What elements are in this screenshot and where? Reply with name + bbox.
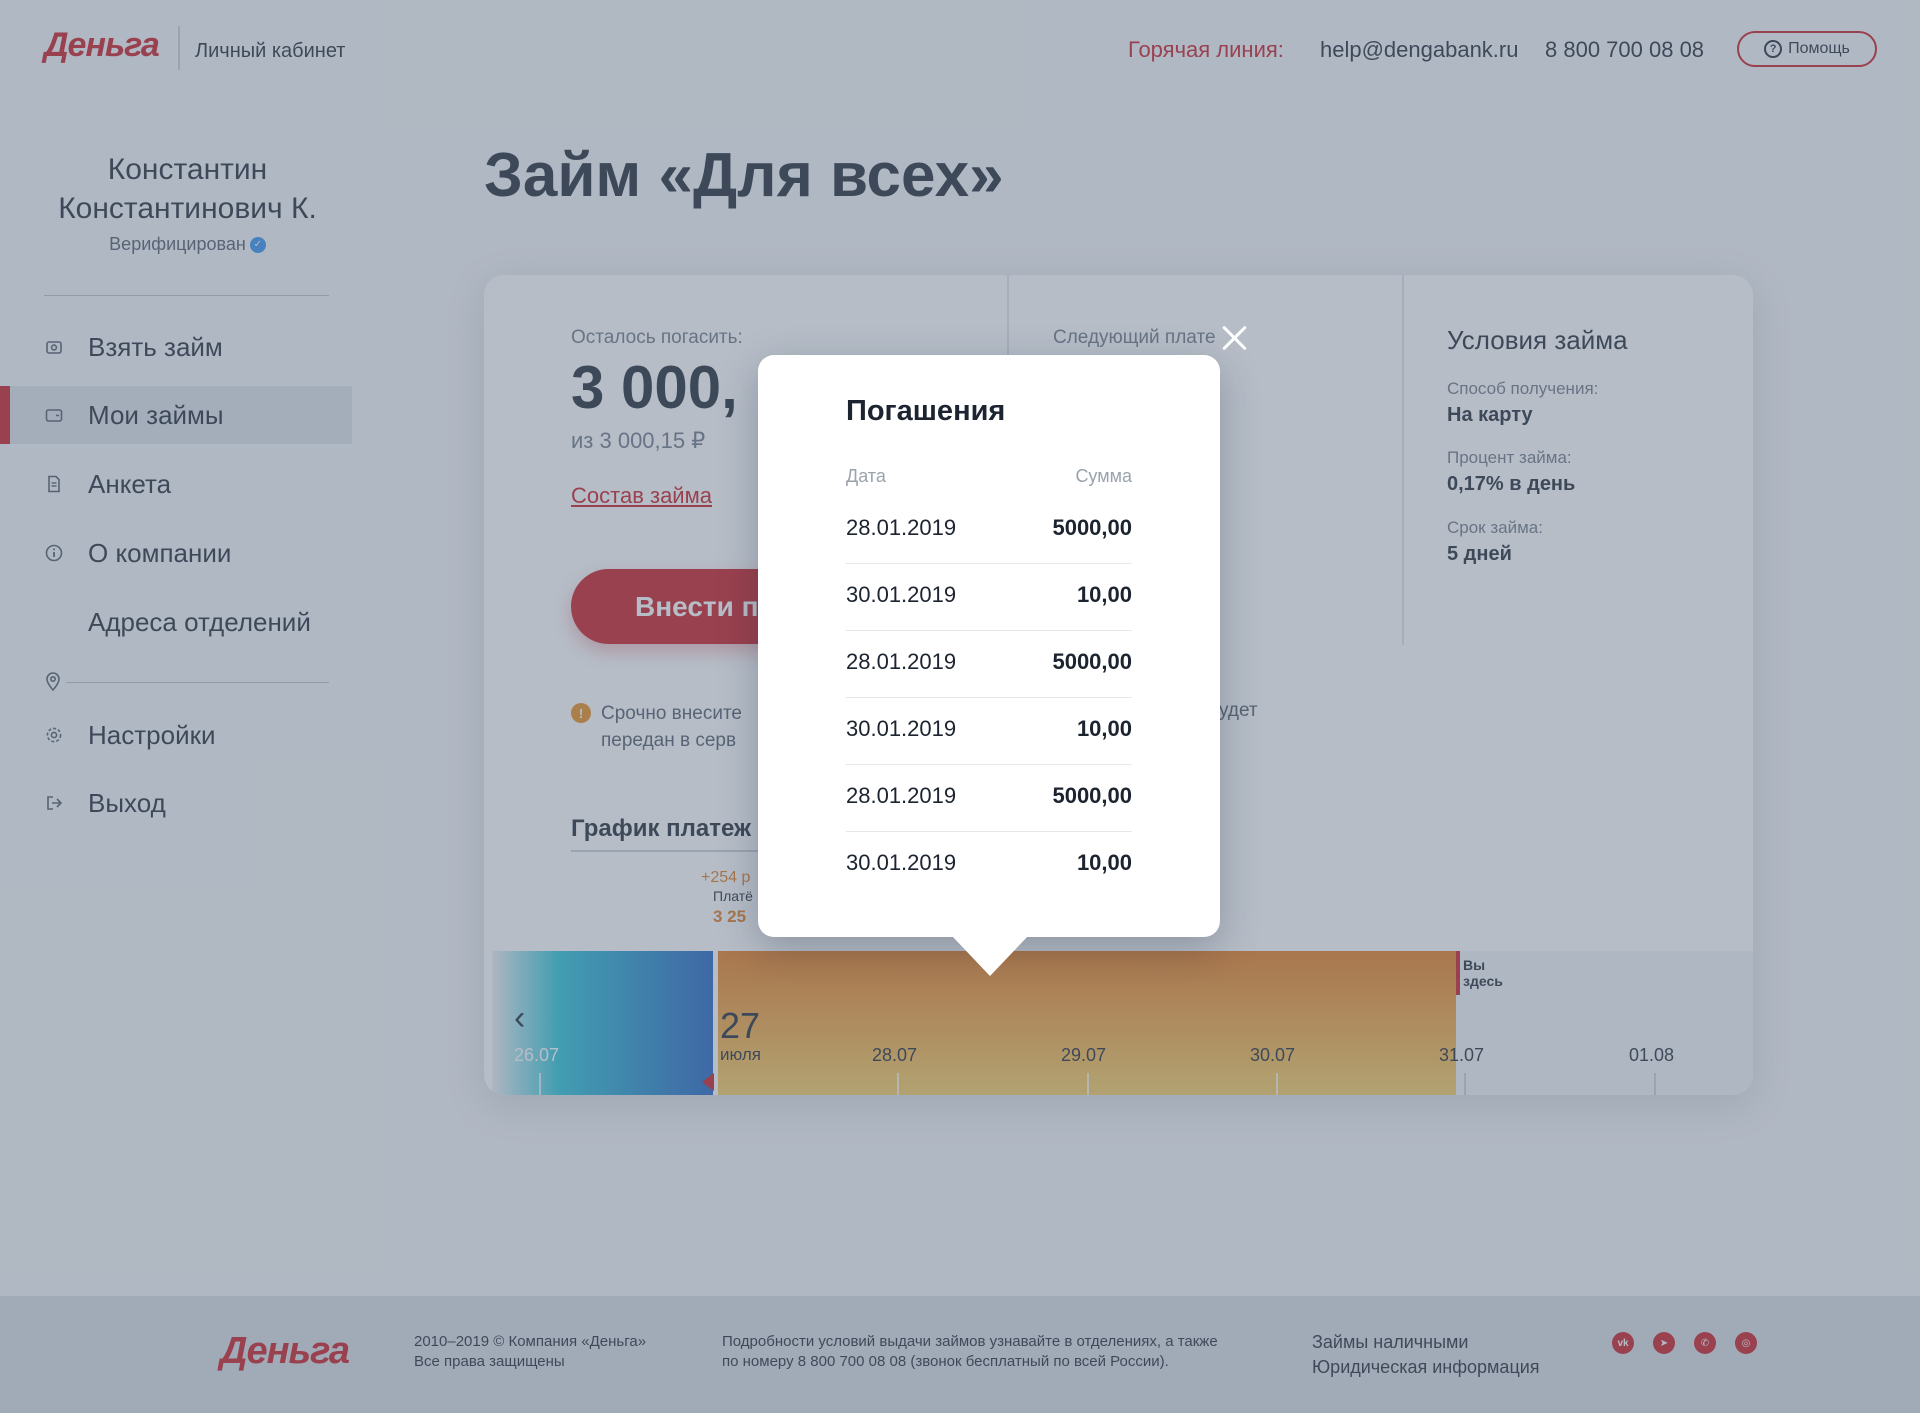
row-sum: 10,00 — [1076, 716, 1132, 741]
row-date: 30.01.2019 — [846, 716, 957, 741]
list-item: 30.01.2019 10,00 — [846, 698, 1132, 765]
repayments-popup: Погашения Дата Сумма 28.01.2019 5000,00 … — [758, 355, 1220, 937]
list-item: 30.01.2019 10,00 — [846, 564, 1132, 631]
row-date: 30.01.2019 — [846, 582, 957, 607]
row-date: 28.01.2019 — [846, 515, 957, 540]
row-date: 28.01.2019 — [846, 649, 957, 674]
row-sum: 5000,00 — [1052, 649, 1132, 674]
list-item: 28.01.2019 5000,00 — [846, 497, 1132, 564]
popup-title: Погашения — [846, 395, 1006, 427]
row-sum: 10,00 — [1076, 582, 1132, 607]
row-date: 28.01.2019 — [846, 783, 957, 808]
list-item: 28.01.2019 5000,00 — [846, 631, 1132, 698]
close-icon[interactable] — [1219, 322, 1251, 354]
row-sum: 5000,00 — [1052, 783, 1132, 808]
column-header-date: Дата — [846, 466, 886, 486]
row-date: 30.01.2019 — [846, 850, 957, 875]
popup-pointer — [952, 936, 1028, 976]
row-sum: 5000,00 — [1052, 515, 1132, 540]
list-item: 28.01.2019 5000,00 — [846, 765, 1132, 832]
column-header-sum: Сумма — [1075, 466, 1132, 486]
list-item: 30.01.2019 10,00 — [846, 832, 1132, 899]
row-sum: 10,00 — [1076, 850, 1132, 875]
